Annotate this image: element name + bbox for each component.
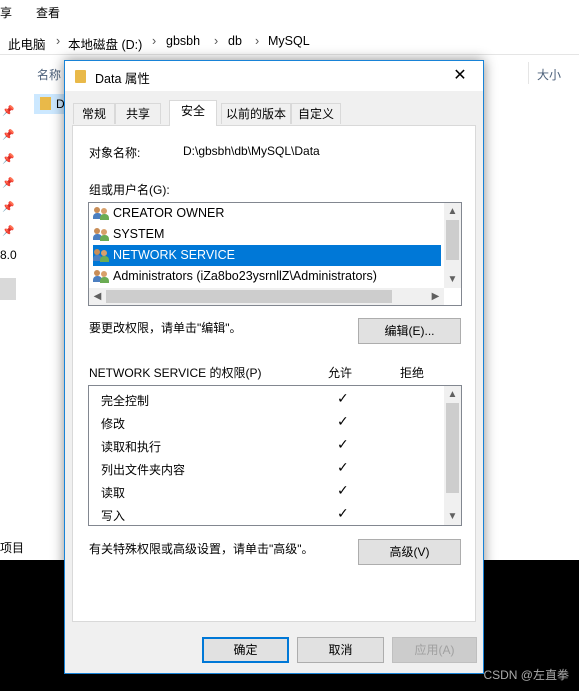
change-permissions-hint: 要更改权限，请单击"编辑"。 — [89, 321, 242, 335]
permission-read-execute: 读取和执行 — [101, 440, 162, 454]
check-icon: ✓ — [337, 390, 349, 406]
tab-customize[interactable]: 自定义 — [291, 103, 341, 124]
user-name: NETWORK SERVICE — [113, 248, 236, 262]
users-icon — [93, 269, 111, 283]
dialog-titlebar[interactable]: Data 属性 ✕ — [65, 61, 483, 91]
properties-dialog: Data 属性 ✕ 常规 共享 安全 以前的版本 自定义 对象名称: D:\gb… — [64, 60, 484, 674]
edit-button[interactable]: 编辑(E)... — [358, 318, 461, 344]
scroll-thumb[interactable] — [106, 290, 392, 303]
scroll-down-icon[interactable]: ▼ — [444, 271, 461, 288]
list-item[interactable]: Administrators (iZa8bo23ysrnllZ\Administ… — [93, 266, 441, 287]
menu-item-view[interactable]: 查看 — [36, 4, 60, 21]
nav-selected-item[interactable] — [0, 278, 16, 300]
object-name-value: D:\gbsbh\db\MySQL\Data — [183, 144, 320, 158]
menu-item-share[interactable]: 享 — [0, 4, 12, 21]
folder-icon — [40, 97, 51, 110]
breadcrumb-separator-icon: › — [214, 34, 219, 48]
users-listbox[interactable]: CREATOR OWNER SYSTEM NETWORK SERVICE Adm… — [88, 202, 462, 306]
users-icon — [93, 206, 111, 220]
pin-icon: 📌 — [2, 202, 15, 213]
tab-security[interactable]: 安全 — [169, 100, 217, 126]
pin-icon: 📌 — [2, 226, 15, 237]
permission-list-folder: 列出文件夹内容 — [101, 463, 186, 477]
breadcrumb-db[interactable]: db — [228, 34, 242, 48]
column-divider — [528, 62, 529, 84]
pin-icon: 📌 — [2, 154, 15, 165]
ok-button[interactable]: 确定 — [202, 637, 289, 663]
user-name: Administrators (iZa8bo23ysrnllZ\Administ… — [113, 269, 377, 283]
dialog-title: Data 属性 — [95, 72, 150, 86]
tab-previous-versions[interactable]: 以前的版本 — [221, 103, 291, 124]
breadcrumb-local-disk[interactable]: 本地磁盘 (D:) — [68, 34, 142, 53]
left-value: 8.0 — [0, 248, 17, 262]
breadcrumb-separator-icon: › — [152, 34, 157, 48]
scroll-up-icon[interactable]: ▲ — [444, 203, 461, 220]
cancel-button[interactable]: 取消 — [297, 637, 384, 663]
advanced-hint: 有关特殊权限或高级设置，请单击"高级"。 — [89, 542, 314, 556]
permission-full-control: 完全控制 — [101, 394, 150, 408]
check-icon: ✓ — [337, 413, 349, 429]
users-icon — [93, 248, 111, 262]
advanced-button[interactable]: 高级(V) — [358, 539, 461, 565]
explorer-menubar: 享 查看 — [0, 0, 579, 24]
user-name: SYSTEM — [113, 227, 165, 241]
scroll-right-icon[interactable]: ▶ — [427, 288, 444, 305]
users-vertical-scrollbar[interactable]: ▲ ▼ — [444, 203, 461, 288]
column-name-header[interactable]: 名称 — [37, 66, 61, 83]
pin-icon: 📌 — [2, 178, 15, 189]
breadcrumb-separator-icon: › — [255, 34, 260, 48]
permissions-list: 完全控制 ✓ 修改 ✓ 读取和执行 ✓ 列出文件夹内容 ✓ 读取 ✓ 写入 ✓ … — [88, 385, 462, 526]
check-icon: ✓ — [337, 505, 349, 521]
permission-write: 写入 — [101, 509, 126, 523]
breadcrumb-separator-icon: › — [56, 34, 61, 48]
list-item[interactable]: SYSTEM — [93, 224, 441, 245]
groups-label: 组或用户名(G): — [89, 183, 170, 197]
check-icon: ✓ — [337, 459, 349, 475]
list-item[interactable]: CREATOR OWNER — [93, 203, 441, 224]
object-name-label: 对象名称: — [89, 146, 141, 160]
deny-header: 拒绝 — [400, 366, 425, 380]
apply-button[interactable]: 应用(A) — [392, 637, 477, 663]
tab-general[interactable]: 常规 — [73, 103, 115, 124]
scroll-down-icon[interactable]: ▼ — [444, 508, 461, 525]
scroll-thumb[interactable] — [446, 403, 459, 493]
watermark: CSDN @左直拳 — [483, 668, 569, 682]
permissions-label: NETWORK SERVICE 的权限(P) — [89, 366, 262, 380]
scroll-left-icon[interactable]: ◀ — [89, 288, 106, 305]
check-icon: ✓ — [337, 436, 349, 452]
users-icon — [93, 227, 111, 241]
list-item-selected[interactable]: NETWORK SERVICE — [93, 245, 441, 266]
address-bar[interactable]: 此电脑 › 本地磁盘 (D:) › gbsbh › db › MySQL — [0, 28, 579, 55]
permissions-vertical-scrollbar[interactable]: ▲ ▼ — [444, 386, 461, 525]
permission-modify: 修改 — [101, 417, 126, 431]
pin-icon: 📌 — [2, 106, 15, 117]
close-icon[interactable]: ✕ — [437, 61, 483, 91]
tab-sharing[interactable]: 共享 — [115, 103, 161, 124]
users-horizontal-scrollbar[interactable]: ◀ ▶ — [89, 288, 444, 305]
check-icon: ✓ — [337, 482, 349, 498]
items-count-label: 项目 — [0, 541, 25, 555]
breadcrumb-this-pc[interactable]: 此电脑 — [8, 34, 46, 53]
allow-header: 允许 — [328, 366, 353, 380]
breadcrumb-gbsbh[interactable]: gbsbh — [166, 34, 200, 48]
user-name: CREATOR OWNER — [113, 206, 225, 220]
pin-icon: 📌 — [2, 130, 15, 141]
scroll-up-icon[interactable]: ▲ — [444, 386, 461, 403]
column-size-header[interactable]: 大小 — [537, 66, 561, 83]
scroll-thumb[interactable] — [446, 220, 459, 260]
navigation-pane: 📌 📌 📌 📌 📌 📌 8.0 项目 — [0, 55, 24, 560]
permission-read: 读取 — [101, 486, 126, 500]
breadcrumb-mysql[interactable]: MySQL — [268, 34, 310, 48]
folder-icon — [75, 70, 86, 83]
